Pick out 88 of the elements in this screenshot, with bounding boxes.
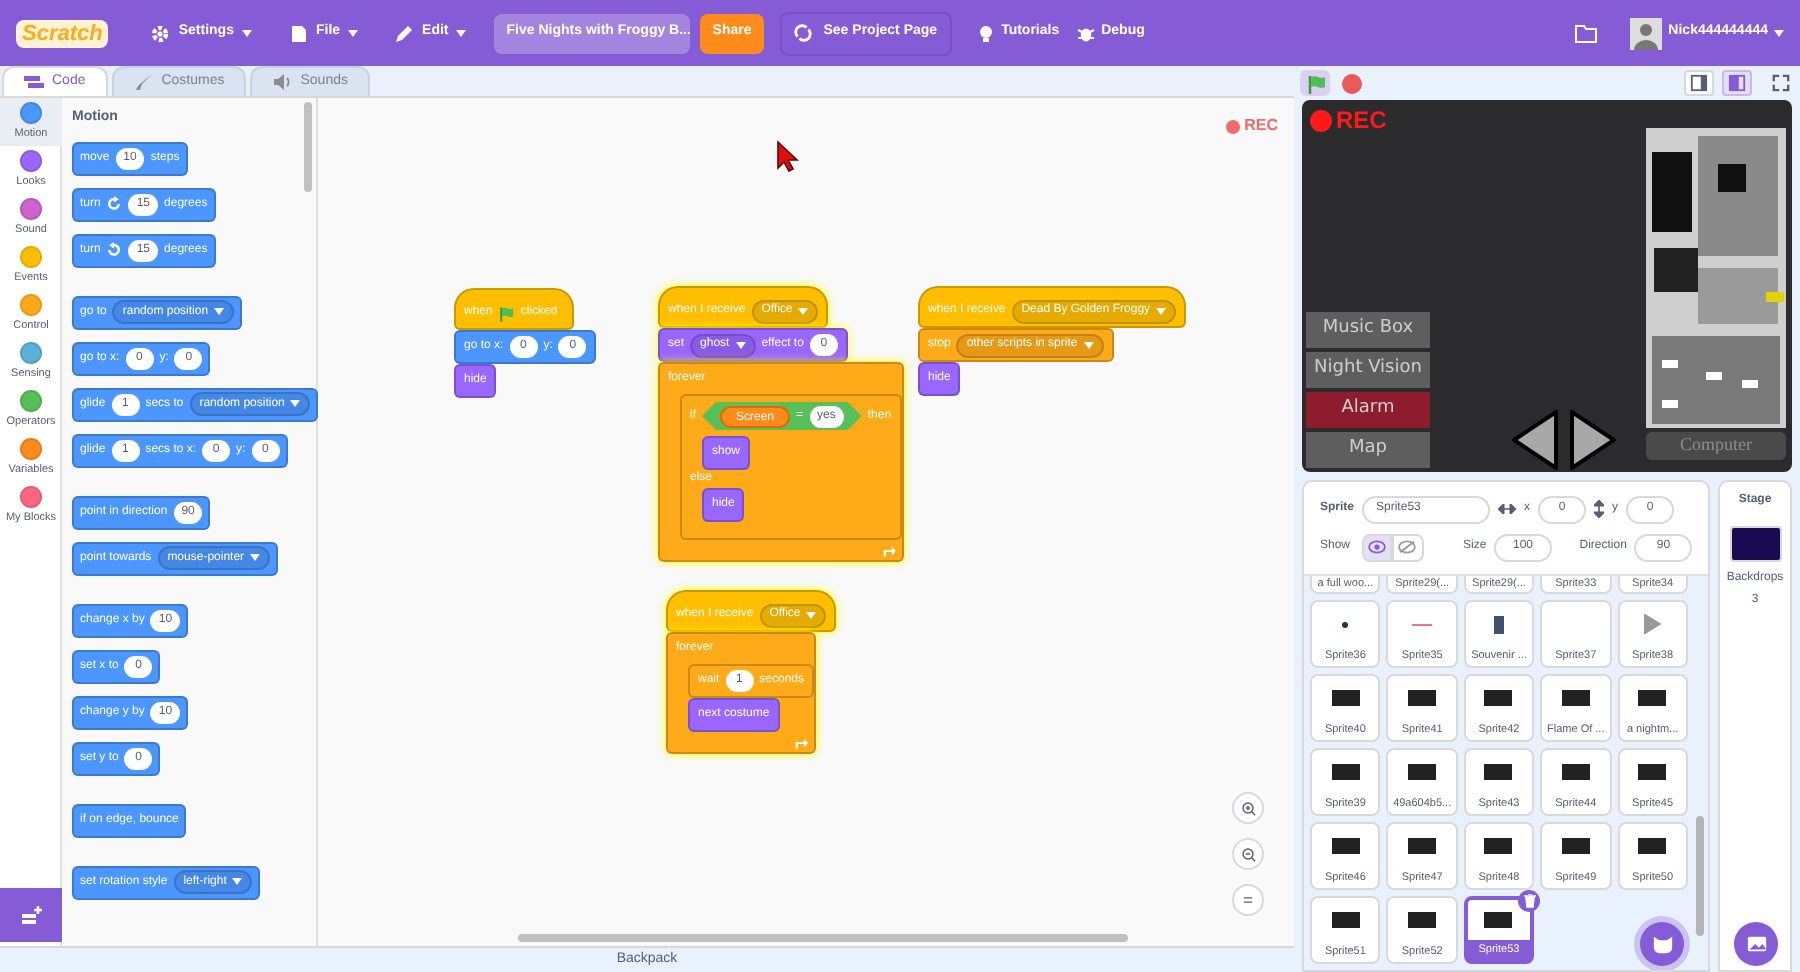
caret-icon [806, 611, 817, 619]
sprite-thumbnail [1484, 690, 1513, 706]
hide-button[interactable] [1392, 533, 1424, 561]
cursor-icon [776, 140, 800, 172]
rec-label: REC [1336, 108, 1387, 132]
cat-icon [1651, 934, 1673, 954]
sprite-thumbnail [1561, 838, 1590, 854]
folder-icon[interactable] [1574, 23, 1599, 43]
stage-size-button[interactable] [1722, 70, 1752, 96]
caret-icon [214, 308, 225, 316]
trash-icon [1523, 894, 1536, 908]
stop-icon [1341, 73, 1361, 93]
sprite-thumbnail [1408, 912, 1437, 928]
speaker-icon [272, 72, 293, 92]
stop-button[interactable] [1338, 70, 1364, 96]
sprite-thumbnail [1561, 764, 1590, 780]
record-dot-icon [1310, 109, 1332, 131]
zoom-in-icon [1238, 798, 1258, 818]
caret-icon [241, 29, 252, 37]
backdrop-thumbnail[interactable] [1729, 526, 1781, 562]
delete-sprite-button[interactable] [1518, 890, 1541, 912]
extension-icon [19, 905, 43, 925]
show-button[interactable] [1362, 533, 1393, 561]
sprite-thumbnail [1638, 690, 1667, 706]
scrollbar-thumb[interactable] [304, 102, 312, 192]
pencil-icon [394, 23, 415, 43]
left-arrow-icon [1512, 410, 1560, 470]
rec-label: REC [1244, 114, 1278, 138]
caret-icon [232, 878, 243, 886]
add-backdrop-button[interactable] [1734, 922, 1778, 966]
loop-arrow-icon [881, 543, 896, 557]
refresh-icon [793, 24, 812, 42]
right-arrow-icon [1568, 410, 1616, 470]
scrollbar-thumb[interactable] [1696, 816, 1704, 936]
caret-icon [798, 307, 809, 315]
rotate-right-icon [106, 196, 123, 212]
add-sprite-button[interactable] [1640, 922, 1684, 966]
sprite-thumbnail [1638, 838, 1667, 854]
sprite-thumbnail [1484, 764, 1513, 780]
vertical-arrows-icon [1594, 500, 1605, 518]
sprite-thumbnail [1638, 764, 1667, 780]
sprite-thumbnail [1331, 764, 1360, 780]
file-icon [287, 23, 308, 43]
loop-arrow-icon [794, 735, 809, 749]
avatar-icon [1630, 17, 1663, 49]
caret-icon [456, 29, 467, 37]
horizontal-arrows-icon [1498, 504, 1517, 514]
caret-icon [1156, 307, 1167, 315]
stage-size-button[interactable] [1684, 70, 1714, 96]
sprite-thumbnail [1561, 690, 1590, 706]
sprite-thumbnail [1408, 690, 1437, 706]
rotate-left-icon [106, 242, 123, 258]
run-button[interactable] [1300, 70, 1330, 96]
flag-icon [1305, 73, 1325, 93]
settings-icon [150, 23, 171, 43]
caret-icon [250, 554, 261, 562]
record-dot-icon [1226, 119, 1241, 133]
caret-icon [735, 341, 746, 349]
zoom-out-icon [1238, 844, 1258, 864]
sprite-thumbnail [1342, 621, 1349, 627]
sprite-thumbnail [1484, 912, 1513, 928]
caret-icon [348, 29, 359, 37]
flag-icon [498, 305, 515, 321]
large-stage-icon [1728, 74, 1746, 92]
fullscreen-icon [1771, 74, 1789, 92]
zoom-out-button[interactable] [1232, 838, 1264, 870]
caret-icon [290, 400, 301, 408]
bug-icon [1075, 23, 1096, 43]
sprite-thumbnail [1331, 838, 1360, 854]
caret-icon [1774, 29, 1784, 37]
zoom-in-button[interactable] [1232, 792, 1264, 824]
code-icon [24, 72, 44, 92]
small-stage-icon [1690, 74, 1708, 92]
image-icon [1745, 934, 1767, 954]
sprite-thumbnail [1643, 613, 1662, 635]
sprite-thumbnail [1331, 912, 1360, 928]
brush-icon [133, 72, 154, 92]
eye-slash-icon [1398, 540, 1417, 554]
scrollbar-thumb[interactable] [518, 934, 1128, 942]
sprite-thumbnail [1493, 615, 1504, 633]
sprite-thumbnail [1408, 838, 1437, 854]
add-extension-button[interactable] [0, 888, 62, 942]
sprite-thumbnail [1408, 764, 1437, 780]
sprite-thumbnail [1484, 838, 1513, 854]
caret-icon [1083, 341, 1094, 349]
eye-icon [1368, 540, 1387, 554]
bulb-icon [975, 23, 996, 43]
sprite-thumbnail [1331, 690, 1360, 706]
